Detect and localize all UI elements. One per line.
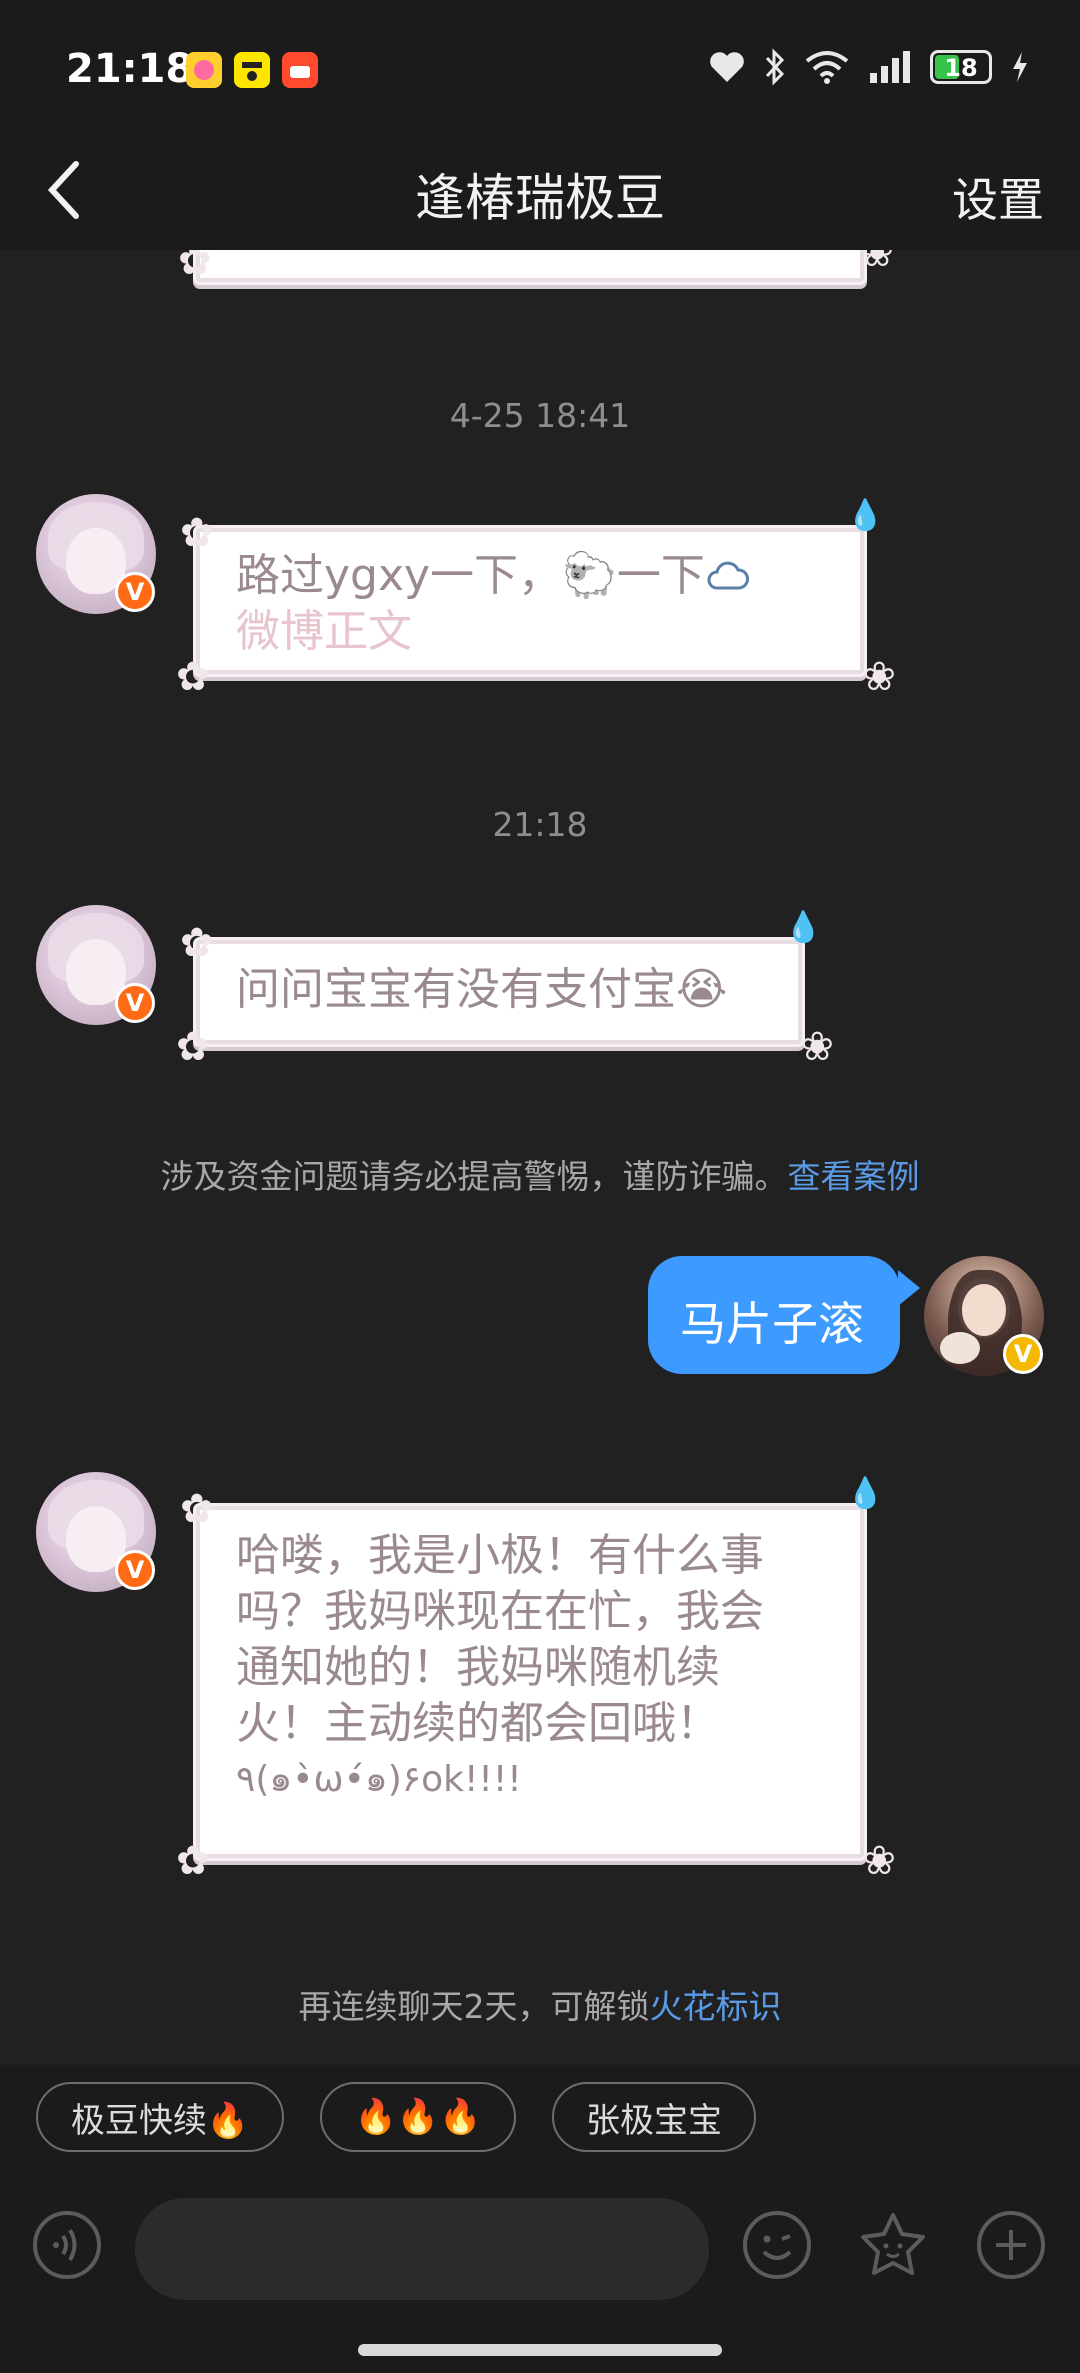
bubble-tail (898, 1270, 920, 1306)
add-icon (977, 2211, 1045, 2279)
crane-decoration: ❀ (860, 250, 894, 276)
fraud-warning: 涉及资金问题请务必提高警惕，谨防诈骗。查看案例 (0, 1150, 1080, 1198)
message-line: 通知她的！我妈咪随机续 (236, 1642, 720, 1693)
charging-icon (1013, 52, 1027, 82)
emoji-icon (743, 2211, 811, 2279)
fraud-warning-text: 涉及资金问题请务必提高警惕，谨防诈骗。 (160, 1157, 788, 1196)
home-indicator[interactable] (358, 2344, 722, 2356)
cloud-icon (707, 561, 749, 590)
streak-notice: 再连续聊天2天，可解锁火花标识 (0, 1980, 1080, 2028)
weibo-post-link[interactable]: 微博正文 (236, 606, 412, 657)
flower-decoration: ✿ (176, 1838, 210, 1884)
bow-decoration: ✿ (180, 920, 214, 966)
drops-decoration: 💧 (846, 1476, 890, 1511)
conversation-title: 逢椿瑞极豆 (415, 169, 665, 227)
quick-reply-chip[interactable]: 张极宝宝 (552, 2082, 756, 2152)
app-icon-yellow (234, 52, 270, 88)
message-bubble[interactable]: 路过ygxy一下，🐑一下 微博正文 ✿ 💧 ❀ ✿ (176, 498, 896, 700)
battery-indicator: 18 (930, 50, 992, 84)
heart-icon (710, 52, 744, 82)
timestamp: 4-25 18:41 (449, 396, 631, 435)
verified-badge: V (115, 572, 155, 612)
voice-icon (33, 2211, 101, 2279)
verified-badge: V (1003, 1334, 1043, 1374)
flower-decoration: ✿ (176, 654, 210, 700)
bow-decoration: ✿ (180, 510, 214, 556)
quick-reply-chip[interactable]: 极豆快续🔥 (36, 2082, 284, 2152)
voice-button[interactable] (32, 2210, 102, 2280)
message-line: 哈喽，我是小极！有什么事 (236, 1530, 764, 1581)
quick-reply-chip[interactable]: 🔥🔥🔥 (320, 2082, 516, 2152)
message-text: 问问宝宝有没有支付宝😭 (236, 964, 728, 1015)
message-bubble[interactable]: 问问宝宝有没有支付宝😭 ✿ 💧 ❀ ✿ (176, 910, 834, 1070)
message-bubble[interactable]: 哈喽，我是小极！有什么事 吗？我妈咪现在在忙，我会 通知她的！我妈咪随机续 火！… (176, 1476, 896, 1884)
message-text: 哈喽，我是小极！有什么事 吗？我妈咪现在在忙，我会 通知她的！我妈咪随机续 火！… (236, 1528, 836, 1808)
add-button[interactable] (976, 2210, 1046, 2280)
bubble-background (196, 250, 864, 282)
drops-decoration: 💧 (846, 498, 890, 533)
message-bubble-partial: ✿ ❀ (178, 250, 894, 284)
bow-decoration: ✿ (180, 1486, 214, 1532)
streak-notice-text: 再连续聊天2天，可解锁 (298, 1987, 650, 2026)
status-bar: 21:18 18 (0, 0, 1080, 130)
app-icon-red (282, 52, 318, 88)
verified-badge: V (115, 983, 155, 1023)
message-input[interactable] (135, 2198, 709, 2300)
battery-level: 18 (944, 54, 978, 82)
message-line: ٩(๑•̀ω•́๑)۶ok!!!! (236, 1759, 522, 1800)
status-time: 21:18 (66, 46, 194, 92)
spark-badge-link[interactable]: 火花标识 (650, 1987, 782, 2026)
message-text-line: 路过ygxy一下，🐑一下 (236, 550, 705, 601)
message-line: 火！主动续的都会回哦！ (236, 1698, 720, 1749)
message-text: 路过ygxy一下，🐑一下 微博正文 (236, 548, 836, 660)
message-text: 马片子滚 (680, 1297, 864, 1351)
composer-panel: 极豆快续🔥 🔥🔥🔥 张极宝宝 (0, 2065, 1080, 2373)
sticker-button[interactable] (858, 2210, 928, 2280)
crane-decoration: ❀ (862, 1838, 896, 1884)
timestamp: 21:18 (492, 805, 588, 844)
status-indicators: 18 (708, 48, 1030, 86)
settings-button[interactable]: 设置 (952, 164, 1044, 230)
bow-decoration: ✿ (178, 250, 212, 284)
view-cases-link[interactable]: 查看案例 (788, 1157, 920, 1196)
message-list[interactable]: ✿ ❀ 4-25 18:41 V 路过ygxy一下，🐑一下 微博正文 ✿ 💧 ❀… (0, 250, 1080, 2065)
signal-icon (870, 51, 910, 83)
emoji-button[interactable] (742, 2210, 812, 2280)
verified-badge: V (115, 1550, 155, 1590)
drops-decoration: 💧 (784, 910, 828, 945)
flower-decoration: ✿ (176, 1024, 210, 1070)
chat-header: 逢椿瑞极豆 设置 (0, 130, 1080, 250)
message-line: 吗？我妈咪现在在忙，我会 (236, 1586, 764, 1637)
wifi-icon (805, 51, 849, 84)
crane-decoration: ❀ (800, 1024, 834, 1070)
crane-decoration: ❀ (862, 654, 896, 700)
sticker-icon (861, 2213, 925, 2275)
app-icon-pink (186, 52, 222, 88)
my-message-bubble[interactable]: 马片子滚 (648, 1256, 900, 1374)
bluetooth-icon (765, 48, 785, 86)
